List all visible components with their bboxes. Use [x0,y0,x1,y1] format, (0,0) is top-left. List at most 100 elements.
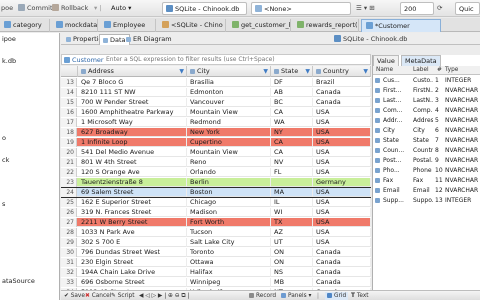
tab-4[interactable]: get_customer_ba [228,19,291,32]
filter-icon[interactable]: ▼ [263,66,268,77]
cell-address[interactable]: 696 Osborne Street [78,278,187,287]
cell-state[interactable]: ON [271,258,313,267]
metadata-tab[interactable]: MetaData [401,55,441,66]
subtab-2[interactable]: ER Diagram [123,34,175,45]
cell-address[interactable]: 1600 Amphitheatre Parkway [78,108,187,117]
cell-state[interactable]: ON [271,248,313,257]
fetch-size-input[interactable]: 200 [400,2,434,15]
cell-city[interactable]: Mountain View [187,148,271,157]
cell-address[interactable]: 69 Salem Street [78,188,187,197]
cell-city[interactable]: New York [187,128,271,137]
column-header[interactable]: Address ▼ [78,66,187,77]
cell-state[interactable]: MB [271,278,313,287]
cell-country[interactable]: Canada [313,268,371,277]
table-row[interactable]: 32 194A Chain Lake Drive Halifax NS Canada [61,268,371,277]
table-row[interactable]: 21 801 W 4th Street Reno NV USA [61,158,371,167]
cell-city[interactable]: Edmonton [187,88,271,97]
cell-state[interactable]: MA [271,188,313,197]
cell-city[interactable]: Berlin [187,178,271,187]
table-row[interactable]: 16 1600 Amphitheatre Parkway Mountain View… [61,108,371,117]
cell-address[interactable]: 1 Microsoft Way [78,118,187,127]
navigator-item[interactable]: s [2,200,5,208]
cell-country[interactable]: Canada [313,98,371,107]
table-row[interactable]: 33 696 Osborne Street Winnipeg MB Canada [61,278,371,287]
commit-button[interactable]: Commit [18,3,53,14]
cell-country[interactable]: USA [313,198,371,207]
cell-country[interactable]: USA [313,168,371,177]
cell-address[interactable]: 230 Elgin Street [78,258,187,267]
column-header[interactable]: City ▼ [187,66,271,77]
cell-country[interactable]: Germany [313,178,371,187]
quick-access-input[interactable]: Quic [455,2,480,15]
table-row[interactable]: 22 120 S Orange Ave Orlando FL USA [61,168,371,177]
cell-city[interactable]: Chicago [187,198,271,207]
cell-city[interactable]: Fort Worth [187,218,271,227]
cell-address[interactable]: 8210 111 ST NW [78,88,187,97]
cell-city[interactable]: Vancouver [187,98,271,107]
navigator-item[interactable]: o [2,134,6,142]
table-row[interactable]: 26 319 N. Frances Street Madison WI USA [61,208,371,217]
rollback-button[interactable]: Rollback [52,3,88,14]
cell-city[interactable]: Orlando [187,168,271,177]
cell-address[interactable]: 194A Chain Lake Drive [78,268,187,277]
cell-address[interactable]: Tauentzienstraße 8 [78,178,187,187]
filter-icon[interactable]: ▼ [363,66,368,77]
cell-address[interactable]: 162 E Superior Street [78,198,187,207]
cell-city[interactable]: Salt Lake City [187,238,271,247]
cell-country[interactable]: USA [313,158,371,167]
cell-country[interactable]: USA [313,208,371,217]
metadata-row[interactable]: Last...LastN...3NVARCHAR [373,96,480,105]
cell-country[interactable]: USA [313,148,371,157]
table-row[interactable]: 30 796 Dundas Street West Toronto ON Canada [61,248,371,257]
cell-state[interactable]: TX [271,218,313,227]
cell-address[interactable]: 1033 N Park Ave [78,228,187,237]
cell-city[interactable]: Madison [187,208,271,217]
table-row[interactable]: 23 Tauentzienstraße 8 Berlin Germany [61,178,371,187]
cell-country[interactable]: USA [313,218,371,227]
cell-state[interactable]: UT [271,238,313,247]
tab-0[interactable]: category [0,19,50,32]
cell-state[interactable]: NV [271,158,313,167]
cell-country[interactable]: Canada [313,88,371,97]
navigation-icons[interactable]: ◀ ◁ ▷ ▶ | ⊕ ⊖ ⧉ | [139,292,189,300]
datasource-select[interactable]: SQLite - Chinook.db [162,2,247,15]
table-row[interactable]: 28 1033 N Park Ave Tucson AZ USA [61,228,371,237]
cell-address[interactable]: 796 Dundas Street West [78,248,187,257]
metadata-row[interactable]: Cus...Custo...1INTEGER [373,76,480,85]
cell-city[interactable]: Ottawa [187,258,271,267]
cell-city[interactable]: Mountain View [187,108,271,117]
cell-country[interactable]: USA [313,238,371,247]
cell-city[interactable]: Reno [187,158,271,167]
cell-state[interactable]: NS [271,268,313,277]
table-row[interactable]: 31 230 Elgin Street Ottawa ON Canada [61,258,371,267]
cell-city[interactable]: Tucson [187,228,271,237]
cell-address[interactable]: 2211 W Berry Street [78,218,187,227]
metadata-row[interactable]: Fax Fax 11 NVARCHAR [373,176,480,185]
cell-country[interactable]: USA [313,108,371,117]
tab-3[interactable]: <SQLite - Chino [158,19,226,32]
cell-city[interactable]: Redmond [187,118,271,127]
cell-city[interactable]: Cupertino [187,138,271,147]
navigator-item[interactable]: ipoe [2,35,16,43]
tab-5[interactable]: rewards_report( [293,19,359,32]
cell-state[interactable]: AZ [271,228,313,237]
value-tab[interactable]: Value [373,55,399,66]
table-row[interactable]: 24 69 Salem Street Boston MA USA [61,187,371,198]
column-header[interactable]: State ▼ [271,66,313,77]
filter-input[interactable] [106,55,370,64]
filter-icon[interactable]: ▼ [305,66,310,77]
table-row[interactable]: 19 1 Infinite Loop Cupertino CA USA [61,138,371,147]
cell-address[interactable]: 627 Broadway [78,128,187,137]
cell-address[interactable]: Qe 7 Bloco G [78,78,187,87]
cancel-button[interactable]: ✖ Cancel [85,292,111,300]
cell-state[interactable]: CA [271,138,313,147]
cell-address[interactable]: 1 Infinite Loop [78,138,187,147]
record-button[interactable]: Record [249,292,276,300]
cell-country[interactable]: Canada [313,278,371,287]
schema-select[interactable]: <None> [251,2,351,15]
metadata-row[interactable]: Coun...Country8NVARCHAR [373,146,480,155]
metadata-row[interactable]: Supp...Suppo...13INTEGER [373,196,480,205]
cell-city[interactable]: Halifax [187,268,271,277]
cell-country[interactable]: Canada [313,248,371,257]
grid-view-button[interactable]: Grid [325,292,349,300]
